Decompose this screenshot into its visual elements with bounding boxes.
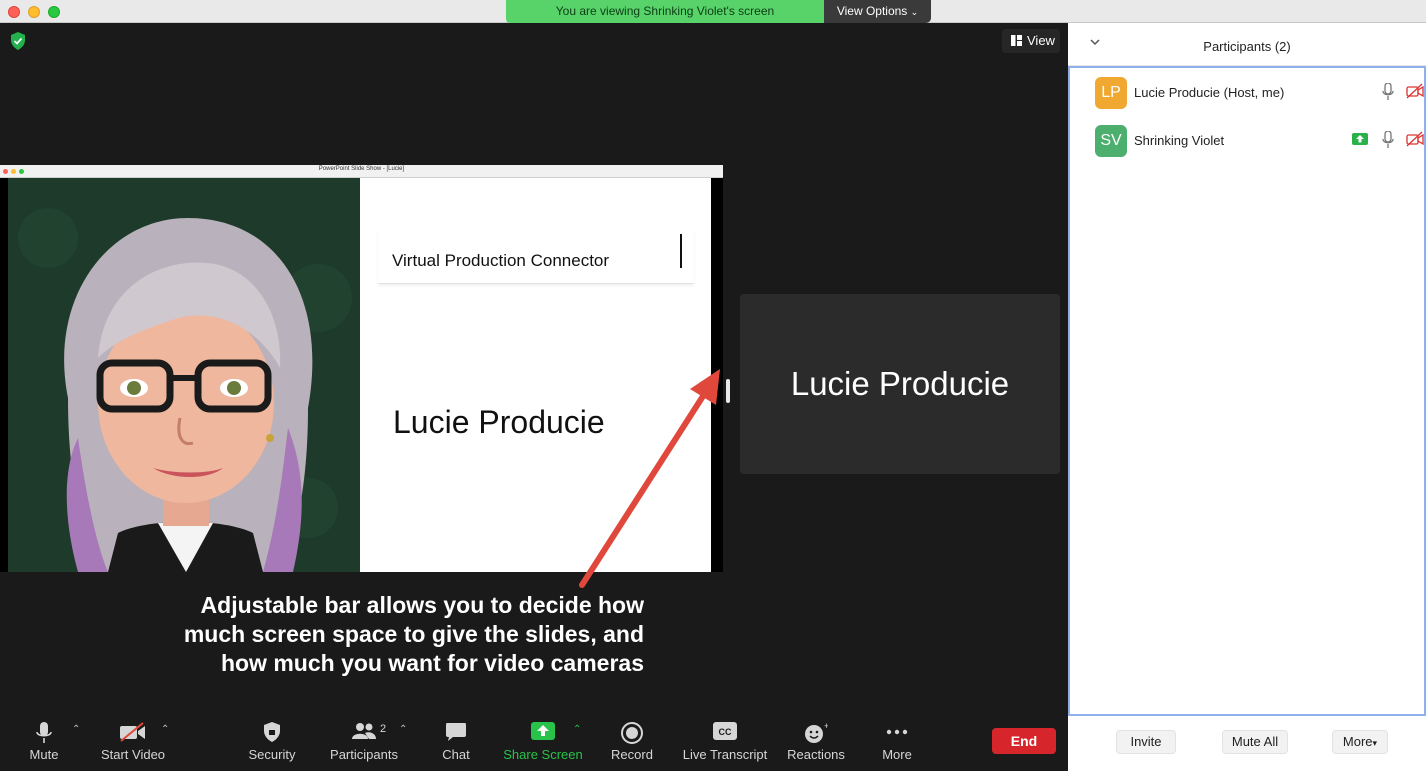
video-tile-name: Lucie Producie <box>790 365 1010 402</box>
chevron-down-icon: ▾ <box>1372 738 1378 748</box>
participants-panel-header: Participants (2) <box>1068 23 1426 66</box>
annotation-caption: Adjustable bar allows you to decide how … <box>84 591 644 678</box>
security-button[interactable]: Security <box>244 715 300 771</box>
slide-title: Virtual Production Connector <box>392 251 610 270</box>
zoom-window-button[interactable] <box>48 6 60 18</box>
live-transcript-button[interactable]: CC Live Transcript <box>680 715 770 771</box>
window-titlebar: You are viewing Shrinking Violet's scree… <box>0 0 1426 23</box>
reactions-label: Reactions <box>787 747 845 762</box>
share-screen-label: Share Screen <box>503 747 583 762</box>
mute-all-button[interactable]: Mute All <box>1222 730 1288 754</box>
more-label: More <box>882 747 912 762</box>
reactions-emoji-icon: + <box>805 722 828 743</box>
avatar: LP <box>1095 77 1127 109</box>
participants-panel-footer: Invite Mute All More▾ <box>1068 716 1426 771</box>
microphone-icon[interactable] <box>1382 83 1394 101</box>
share-options-caret[interactable]: ⌃ <box>573 724 581 735</box>
sharing-screen-icon <box>1352 133 1368 145</box>
mute-options-caret[interactable]: ⌃ <box>72 724 80 735</box>
security-shield-icon <box>11 32 25 50</box>
more-dots-icon <box>886 729 908 735</box>
video-options-caret[interactable]: ⌃ <box>161 724 169 735</box>
view-button-label: View <box>1027 33 1055 48</box>
video-off-icon[interactable] <box>1406 83 1424 99</box>
meeting-main-area: View PowerPoint Slide Show - [Lucie] Vir… <box>0 23 1068 715</box>
participants-panel: Participants (2) LP Lucie Producie (Host… <box>1068 23 1426 771</box>
svg-text:CC: CC <box>719 727 732 737</box>
share-screen-button[interactable]: Share Screen <box>502 715 584 771</box>
meeting-toolbar: Mute ⌃ Start Video ⌃ Security 2 Particip… <box>0 715 1068 771</box>
participants-button[interactable]: 2 Participants <box>326 715 402 771</box>
participant-row[interactable]: LP Lucie Producie (Host, me) <box>1070 70 1424 114</box>
panel-more-button[interactable]: More▾ <box>1332 730 1388 754</box>
participants-panel-title: Participants (2) <box>1203 39 1291 54</box>
avatar: SV <box>1095 125 1127 157</box>
shared-window-title: PowerPoint Slide Show - [Lucie] <box>318 166 405 172</box>
video-tile[interactable]: Lucie Producie <box>740 294 1060 474</box>
participants-list: LP Lucie Producie (Host, me) SV Shrinkin… <box>1068 66 1426 716</box>
end-meeting-button[interactable]: End <box>992 728 1056 754</box>
chat-bubble-icon <box>446 723 466 741</box>
caption-line: how much you want for video cameras <box>220 650 644 676</box>
participants-label: Participants <box>330 747 398 762</box>
live-transcript-label: Live Transcript <box>682 747 768 762</box>
microphone-icon[interactable] <box>1382 131 1394 149</box>
mute-label: Mute <box>29 747 59 762</box>
avatar-image <box>8 178 360 572</box>
view-layout-button[interactable]: View <box>1002 29 1060 53</box>
record-icon <box>621 722 643 744</box>
start-video-button[interactable]: Start Video <box>96 715 170 771</box>
microphone-icon <box>36 722 52 743</box>
view-options-label: View Options <box>836 4 908 18</box>
minimize-window-button[interactable] <box>28 6 40 18</box>
caption-line: Adjustable bar allows you to decide how <box>200 592 644 618</box>
shield-icon <box>264 722 280 742</box>
viewing-screen-banner: You are viewing Shrinking Violet's scree… <box>506 0 824 23</box>
more-button[interactable]: More <box>872 715 922 771</box>
close-window-button[interactable] <box>8 6 20 18</box>
participants-icon <box>352 723 376 739</box>
svg-text:+: + <box>824 722 828 731</box>
security-label: Security <box>248 747 296 762</box>
chevron-down-icon: ⌄ <box>910 7 919 17</box>
mute-button[interactable]: Mute <box>18 715 70 771</box>
invite-button[interactable]: Invite <box>1116 730 1176 754</box>
share-screen-icon <box>531 722 555 740</box>
participants-count: 2 <box>380 723 387 735</box>
chat-button[interactable]: Chat <box>434 715 478 771</box>
bitmoji-avatar-illustration <box>8 178 360 572</box>
participants-options-caret[interactable]: ⌃ <box>399 724 407 735</box>
grid-view-icon <box>1011 35 1022 46</box>
start-video-label: Start Video <box>100 747 166 762</box>
view-options-button[interactable]: View Options ⌄ <box>824 0 931 23</box>
closed-caption-icon: CC <box>713 722 737 740</box>
record-button[interactable]: Record <box>606 715 658 771</box>
participant-name: Lucie Producie (Host, me) <box>1134 85 1285 100</box>
chat-label: Chat <box>442 747 470 762</box>
panel-more-label: More <box>1342 734 1373 749</box>
reactions-button[interactable]: + Reactions <box>786 715 846 771</box>
video-off-icon <box>120 722 145 742</box>
caption-line: much screen space to give the slides, an… <box>183 621 644 647</box>
slide-title-box: Virtual Production Connector <box>378 228 694 284</box>
text-cursor <box>680 234 682 268</box>
record-label: Record <box>611 747 653 762</box>
participant-name: Shrinking Violet <box>1134 133 1225 148</box>
annotation-arrow-icon <box>579 369 720 588</box>
video-off-icon[interactable] <box>1406 131 1424 147</box>
participant-row[interactable]: SV Shrinking Violet <box>1070 118 1424 162</box>
shared-window-titlebar: PowerPoint Slide Show - [Lucie] <box>0 165 723 178</box>
